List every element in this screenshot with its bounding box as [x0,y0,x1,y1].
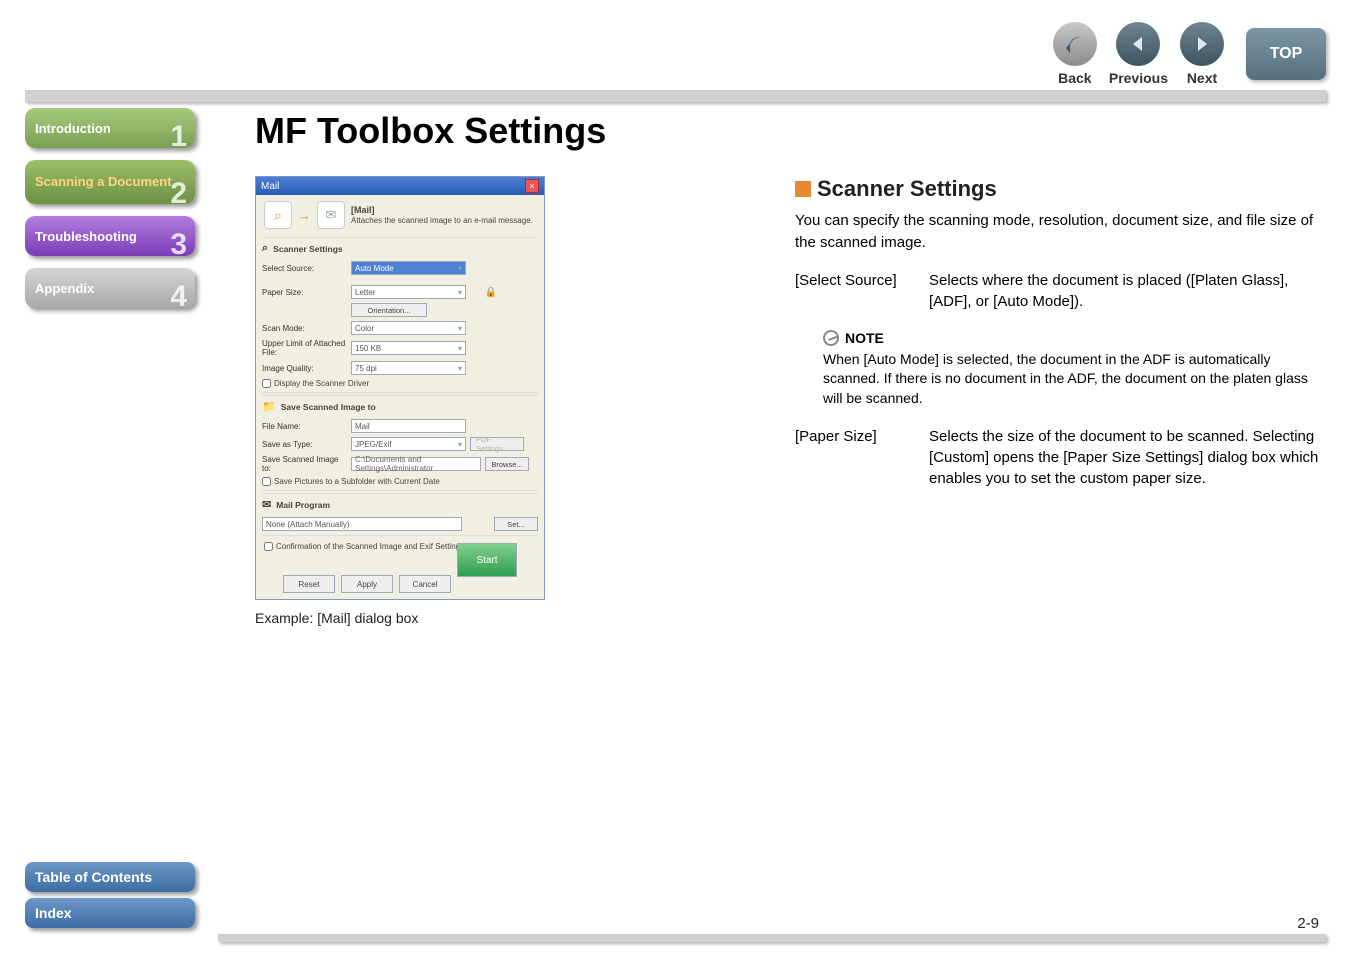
note-label: NOTE [845,330,884,346]
sidebar-appendix-label: Appendix [35,281,94,296]
sidebar-num-3: 3 [170,228,187,262]
previous-icon[interactable] [1116,22,1160,66]
paper-size-dropdown[interactable]: Letter▾ [351,285,466,299]
page-number: 2-9 [1297,915,1319,932]
scanner-icon: ⌕ [264,201,292,229]
lock-icon: 🔒 [470,287,512,298]
select-source-label: Select Source: [262,264,347,273]
dialog-title: Mail [261,181,279,192]
save-subfolder-checkbox[interactable] [262,477,271,486]
display-driver-label: Display the Scanner Driver [274,379,369,388]
next-icon[interactable] [1180,22,1224,66]
note-text: When [Auto Mode] is selected, the docume… [823,350,1321,409]
back-label: Back [1058,70,1091,86]
sidebar-introduction-label: Introduction [35,121,111,136]
scanner-settings-intro: You can specify the scanning mode, resol… [795,210,1321,254]
cancel-button[interactable]: Cancel [399,575,451,593]
next-label: Next [1187,70,1217,86]
top-button[interactable]: TOP [1246,28,1326,80]
save-section-icon: 📁 [262,400,276,413]
sidebar-index[interactable]: Index [25,898,195,928]
page-title: MF Toolbox Settings [255,110,1321,152]
reset-button[interactable]: Reset [283,575,335,593]
save-to-input[interactable]: C:\Documents and Settings\Administrator [351,457,481,471]
paper-size-desc: Selects the size of the document to be s… [929,426,1321,489]
mail-dialog: Mail × ⌕ → ✉ [Mail] Attaches the scanned… [255,176,545,600]
mail-icon: ✉ [317,201,345,229]
close-icon[interactable]: × [525,179,539,193]
save-as-type-dropdown[interactable]: JPEG/Exif▾ [351,437,466,451]
paper-size-label: Paper Size: [262,288,347,297]
save-as-type-label: Save as Type: [262,440,347,449]
sidebar-troubleshooting[interactable]: Troubleshooting 3 [25,216,195,256]
start-button[interactable]: Start [457,543,517,577]
paper-size-term: [Paper Size] [795,426,917,489]
scanner-settings-header: Scanner Settings [273,244,342,254]
save-to-label: Save Scanned Image to: [262,455,347,473]
footer-divider [218,934,1326,942]
save-section-header: Save Scanned Image to [281,402,376,412]
scan-mode-dropdown[interactable]: Color▾ [351,321,466,335]
dialog-head-title: [Mail] [351,205,536,215]
sidebar-scanning-label: Scanning a Document [35,175,172,189]
sidebar-num-4: 4 [170,280,187,314]
upper-limit-dropdown[interactable]: 150 KB▾ [351,341,466,355]
mail-program-header: Mail Program [276,500,330,510]
mail-program-value: None (Attach Manually) [262,517,462,531]
confirmation-label: Confirmation of the Scanned Image and Ex… [276,542,464,551]
sidebar-num-1: 1 [170,120,187,154]
upper-limit-label: Upper Limit of Attached File: [262,339,347,357]
orientation-button[interactable]: Orientation... [351,303,427,317]
sidebar-toc[interactable]: Table of Contents [25,862,195,892]
sidebar-scanning[interactable]: Scanning a Document 2 [25,160,195,204]
save-subfolder-label: Save Pictures to a Subfolder with Curren… [274,477,440,486]
mail-program-icon: ✉ [262,498,271,511]
scanner-settings-heading: Scanner Settings [795,176,1321,202]
file-name-label: File Name: [262,422,347,431]
sidebar-appendix[interactable]: Appendix 4 [25,268,195,308]
arrow-icon: → [298,208,311,223]
apply-button[interactable]: Apply [341,575,393,593]
display-driver-checkbox[interactable] [262,379,271,388]
pdf-settings-button: PDF Settings... [470,437,524,451]
dialog-head-desc: Attaches the scanned image to an e-mail … [351,216,536,225]
note-icon [821,327,842,348]
back-icon[interactable] [1053,22,1097,66]
header-divider [25,90,1326,102]
select-source-term: [Select Source] [795,270,917,312]
scanner-section-icon: ⌕ [262,242,268,255]
browse-button[interactable]: Browse... [485,457,529,471]
sidebar-troubleshooting-label: Troubleshooting [35,229,137,244]
dialog-titlebar: Mail × [256,177,544,195]
set-button[interactable]: Set... [494,517,538,531]
dialog-caption: Example: [Mail] dialog box [255,610,575,626]
sidebar-introduction[interactable]: Introduction 1 [25,108,195,148]
image-quality-dropdown[interactable]: 75 dpi▾ [351,361,466,375]
scan-mode-label: Scan Mode: [262,324,347,333]
image-quality-label: Image Quality: [262,364,347,373]
previous-label: Previous [1109,70,1168,86]
confirmation-checkbox[interactable] [264,542,273,551]
select-source-dropdown[interactable]: Auto Mode▾ [351,261,466,275]
select-source-desc: Selects where the document is placed ([P… [929,270,1321,312]
file-name-input[interactable]: Mail [351,419,466,433]
sidebar-num-2: 2 [170,177,187,210]
heading-bullet-icon [795,181,811,197]
